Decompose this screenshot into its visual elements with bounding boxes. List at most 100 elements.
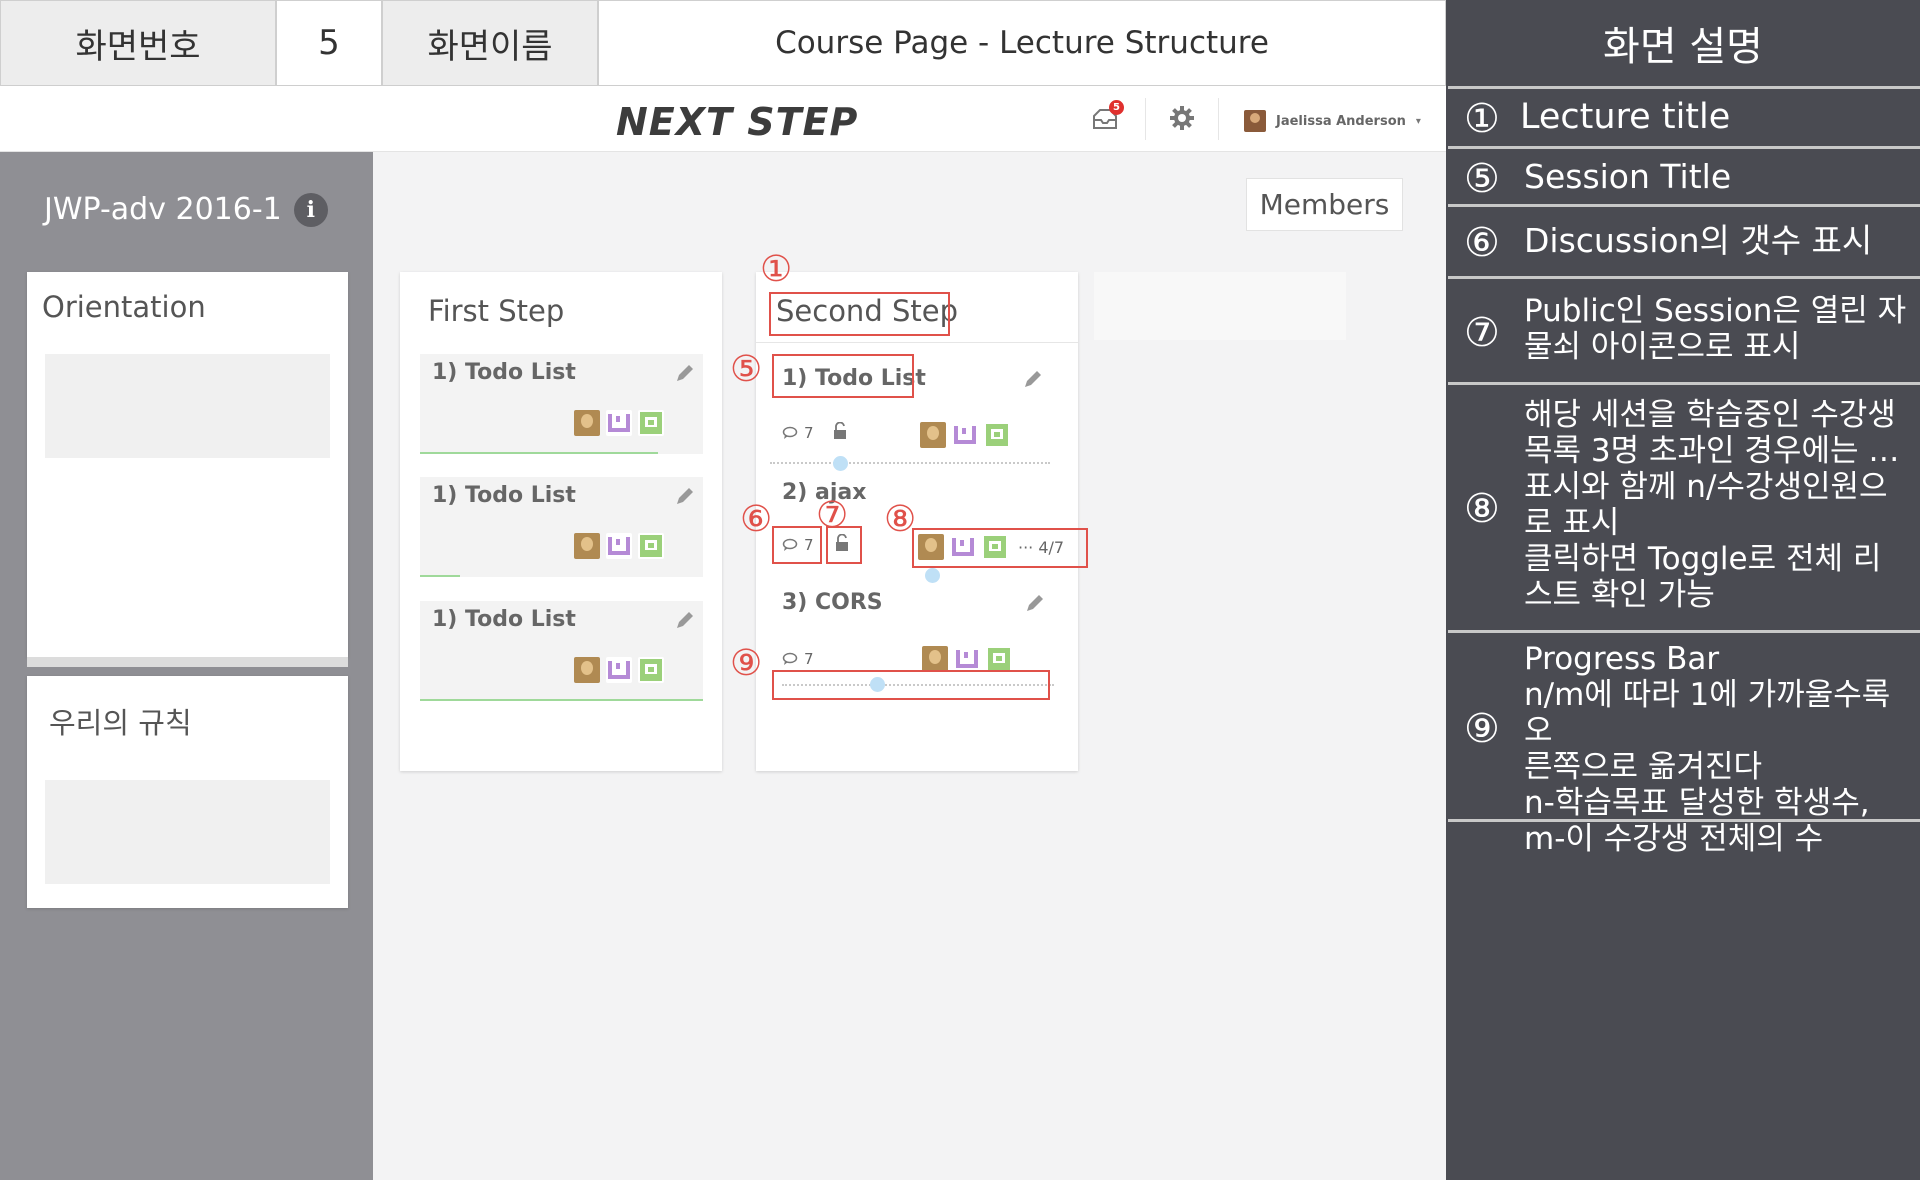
session-title[interactable]: 3) CORS xyxy=(782,590,883,615)
sidebar-card-rules[interactable]: 우리의 규칙 xyxy=(27,676,348,908)
description-item: ⑤ Session Title xyxy=(1448,146,1920,204)
description-number: ① xyxy=(1464,96,1500,142)
screen-name-value: Course Page - Lecture Structure xyxy=(598,0,1446,86)
avatar xyxy=(954,646,980,672)
progress-knob[interactable] xyxy=(925,568,941,583)
description-number: ⑨ xyxy=(1464,706,1500,752)
members-button[interactable]: Members xyxy=(1246,178,1403,231)
student-avatars[interactable] xyxy=(920,422,1010,448)
session-title[interactable]: 1) Todo List xyxy=(432,607,576,632)
discussion-count-text: 7 xyxy=(804,424,814,442)
student-avatars[interactable] xyxy=(922,646,1012,672)
description-text: Discussion의 갯수 표시 xyxy=(1524,221,1873,260)
highlight-session-title xyxy=(772,354,914,398)
description-text: Progress Bar n/m에 따라 1에 가까울수록 오 른쪽으로 옮겨진… xyxy=(1524,641,1891,857)
description-text: 해당 세션을 학습중인 수강생 목록 3명 초과인 경우에는 … 표시와 함께 … xyxy=(1524,397,1900,613)
comment-icon xyxy=(782,426,798,439)
student-avatars[interactable] xyxy=(574,533,664,559)
description-text: Session Title xyxy=(1524,157,1732,196)
avatar xyxy=(920,422,946,448)
highlight-discussion-count xyxy=(772,526,822,564)
avatar xyxy=(638,410,664,436)
course-title-text: JWP-adv 2016-1 xyxy=(44,192,282,227)
description-title: 화면 설명 xyxy=(1603,24,1763,70)
discussion-count-text: 7 xyxy=(804,650,814,668)
description-item: ⑥ Discussion의 갯수 표시 xyxy=(1448,204,1920,276)
annotation-marker-6: ⑥ xyxy=(740,499,773,540)
screen-name-label: 화면이름 xyxy=(382,0,598,86)
sidebar-card-title: 우리의 규칙 xyxy=(49,706,192,740)
description-item: ① Lecture title xyxy=(1448,86,1920,146)
description-text: Public인 Session은 열린 자 물쇠 아이콘으로 표시 xyxy=(1524,293,1907,365)
avatar xyxy=(1244,110,1266,132)
discussion-count[interactable]: 7 xyxy=(782,650,814,668)
pencil-icon[interactable] xyxy=(1024,592,1046,614)
user-menu[interactable]: Jaelissa Anderson ▾ xyxy=(1244,110,1421,132)
student-avatars[interactable] xyxy=(574,657,664,683)
pencil-icon[interactable] xyxy=(674,609,696,631)
lecture-card-first-step: First Step 1) Todo List 1) Todo List 1) … xyxy=(400,272,722,771)
description-number: ⑧ xyxy=(1464,486,1500,532)
notification-badge: 5 xyxy=(1109,100,1124,115)
card-divider xyxy=(27,657,348,667)
session-progress-bar xyxy=(420,699,703,701)
nav-divider xyxy=(1218,98,1219,140)
avatar xyxy=(986,646,1012,672)
chevron-down-icon: ▾ xyxy=(1415,115,1421,127)
spec-header: 화면번호 5 화면이름 Course Page - Lecture Struct… xyxy=(0,0,1446,86)
app-navbar: NEXT STEP 5 Jaelissa Anderson ▾ xyxy=(0,86,1446,152)
description-text: Lecture title xyxy=(1520,97,1731,137)
session-title[interactable]: 1) Todo List xyxy=(432,360,576,385)
nav-divider xyxy=(1145,98,1146,140)
progress-knob[interactable] xyxy=(833,456,848,471)
sidebar-card-title: Orientation xyxy=(42,290,206,324)
progress-track xyxy=(770,462,1050,464)
highlight-public-lock xyxy=(826,526,862,564)
highlight-progress-bar xyxy=(772,670,1050,700)
user-name: Jaelissa Anderson xyxy=(1276,113,1406,129)
course-sidebar: JWP-adv 2016-1 i Orientation 우리의 규칙 xyxy=(0,152,373,1180)
unlock-icon xyxy=(834,422,846,439)
info-icon[interactable]: i xyxy=(293,192,328,227)
avatar xyxy=(574,410,600,436)
settings-button[interactable] xyxy=(1168,104,1196,132)
lecture-title[interactable]: First Step xyxy=(428,294,564,328)
session-title[interactable]: 1) Todo List xyxy=(432,483,576,508)
description-number: ⑤ xyxy=(1464,156,1500,202)
gear-icon xyxy=(1170,106,1194,130)
lecture-title-divider xyxy=(756,342,1078,343)
app-logo[interactable]: NEXT STEP xyxy=(616,100,858,144)
sidebar-card-placeholder xyxy=(45,354,330,458)
screen-number-label: 화면번호 xyxy=(0,0,276,86)
description-number: ⑥ xyxy=(1464,220,1500,266)
highlight-student-list xyxy=(912,528,1088,568)
course-title: JWP-adv 2016-1 i xyxy=(44,192,328,227)
screen-number-value: 5 xyxy=(276,0,382,86)
sidebar-card-orientation[interactable]: Orientation xyxy=(27,272,348,657)
student-avatars[interactable] xyxy=(574,410,664,436)
pencil-icon[interactable] xyxy=(674,485,696,507)
avatar xyxy=(638,657,664,683)
avatar xyxy=(952,422,978,448)
annotation-marker-9: ⑨ xyxy=(730,643,763,684)
notification-button[interactable]: 5 xyxy=(1092,100,1124,130)
add-lecture-placeholder[interactable] xyxy=(1094,272,1346,340)
session-card[interactable]: 1) Todo List xyxy=(420,354,703,454)
avatar xyxy=(606,533,632,559)
description-item: ⑨ Progress Bar n/m에 따라 1에 가까울수록 오 른쪽으로 옮… xyxy=(1448,630,1920,857)
session-card[interactable]: 1) Todo List xyxy=(420,601,703,701)
comment-icon xyxy=(782,652,798,665)
annotation-marker-1: ① xyxy=(760,249,793,290)
avatar xyxy=(574,533,600,559)
annotation-marker-5: ⑤ xyxy=(730,349,763,390)
description-item: ⑧ 해당 세션을 학습중인 수강생 목록 3명 초과인 경우에는 … 표시와 함… xyxy=(1448,382,1920,630)
description-number: ⑦ xyxy=(1464,310,1500,356)
session-card[interactable]: 1) Todo List xyxy=(420,477,703,577)
pencil-icon[interactable] xyxy=(674,362,696,384)
session-progress-bar xyxy=(420,575,460,577)
discussion-count[interactable]: 7 xyxy=(782,424,814,442)
avatar xyxy=(984,422,1010,448)
description-item: ⑦ Public인 Session은 열린 자 물쇠 아이콘으로 표시 xyxy=(1448,276,1920,382)
pencil-icon[interactable] xyxy=(1022,368,1044,390)
session-progress-bar xyxy=(420,452,658,454)
